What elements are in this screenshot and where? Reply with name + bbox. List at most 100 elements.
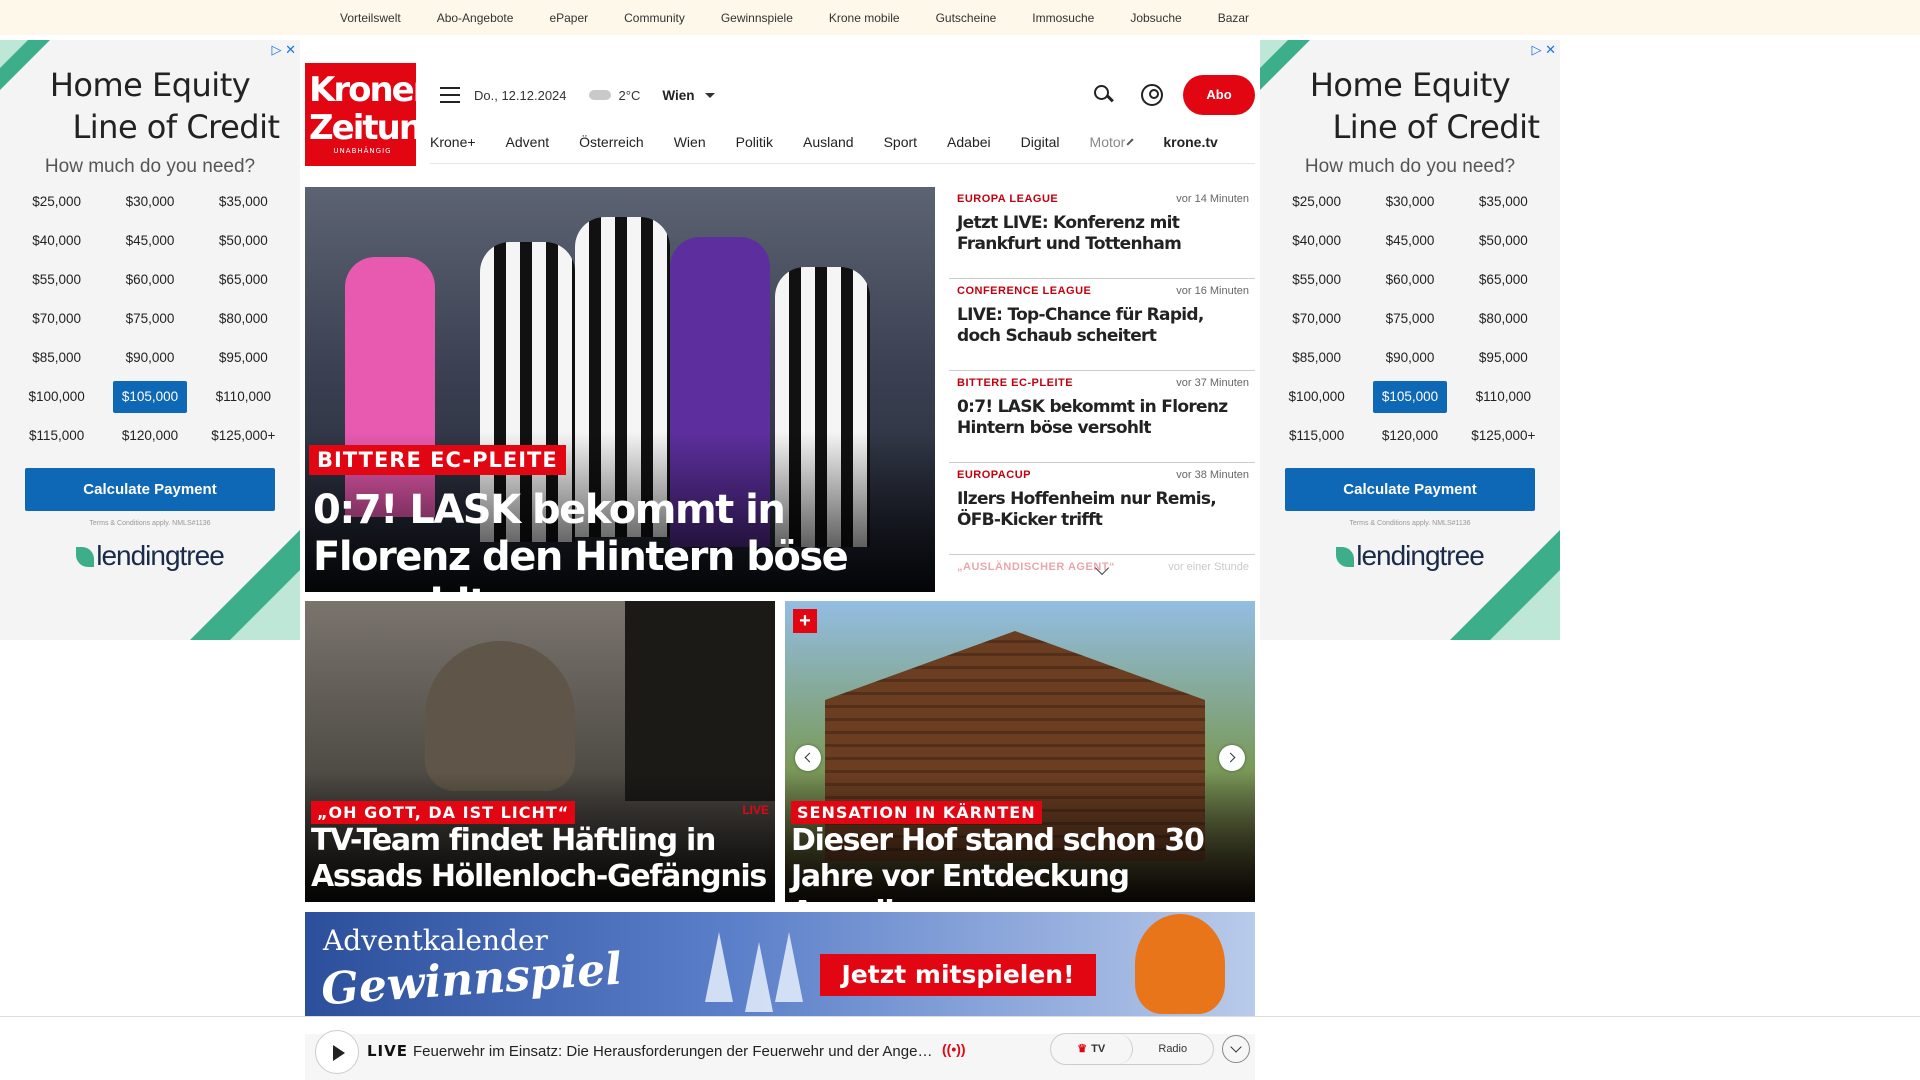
ad-amount-option[interactable]: $75,000 xyxy=(1373,303,1446,335)
ad-amount-option[interactable]: $50,000 xyxy=(207,225,280,257)
topbar-link-community[interactable]: Community xyxy=(624,11,685,25)
ad-amount-option[interactable]: $60,000 xyxy=(1373,264,1446,296)
topbar-link-gewinnspiele[interactable]: Gewinnspiele xyxy=(721,11,793,25)
ad-amount-option[interactable]: $40,000 xyxy=(1280,225,1353,257)
ticker-item[interactable]: EUROPA LEAGUE vor 14 Minuten Jetzt LIVE:… xyxy=(949,187,1255,279)
ad-amount-option[interactable]: $95,000 xyxy=(1467,342,1540,374)
ad-left[interactable]: ▷ ✕ Home Equity Line of Credit How much d… xyxy=(0,40,300,640)
tv-toggle[interactable]: ♛ TV xyxy=(1051,1034,1133,1064)
ad-amount-option[interactable]: $100,000 xyxy=(1280,381,1353,413)
ad-amount-option[interactable]: $125,000+ xyxy=(207,420,280,452)
brand-logo[interactable]: Kronen Zeitung UNABHÄNGIG xyxy=(305,63,445,166)
topbar-link-gutscheine[interactable]: Gutscheine xyxy=(936,11,997,25)
ad-amount-option[interactable]: $80,000 xyxy=(1467,303,1540,335)
ad-amount-option-selected[interactable]: $105,000 xyxy=(113,381,187,413)
ad-amount-option[interactable]: $115,000 xyxy=(20,420,93,452)
ad-amount-option[interactable]: $55,000 xyxy=(1280,264,1353,296)
ticker-title[interactable]: LIVE: Top-Chance für Rapid, doch Schaub … xyxy=(957,305,1249,347)
ad-amount-option[interactable]: $70,000 xyxy=(20,303,93,335)
ticker-title[interactable]: 0:7! LASK bekommt in Florenz Hintern bös… xyxy=(957,397,1249,439)
adchoices-icon[interactable]: ▷ ✕ xyxy=(1531,42,1556,58)
ad-amount-option[interactable]: $110,000 xyxy=(1467,381,1540,413)
ad-amount-option[interactable]: $25,000 xyxy=(20,186,93,218)
ad-right[interactable]: ▷ ✕ Home Equity Line of Credit How much d… xyxy=(1260,40,1560,640)
ticker-item[interactable]: CONFERENCE LEAGUE vor 16 Minuten LIVE: T… xyxy=(949,279,1255,371)
topbar-link-immosuche[interactable]: Immosuche xyxy=(1032,11,1094,25)
city-selector[interactable]: Wien xyxy=(662,88,694,103)
play-icon[interactable] xyxy=(315,1030,359,1074)
ad-amount-option[interactable]: $40,000 xyxy=(20,225,93,257)
search-icon[interactable] xyxy=(1093,84,1115,106)
player-headline[interactable]: Feuerwehr im Einsatz: Die Herausforderun… xyxy=(413,1043,933,1060)
ad-amount-option[interactable]: $65,000 xyxy=(1467,264,1540,296)
ticker-item[interactable]: EUROPACUP vor 38 Minuten Ilzers Hoffenhe… xyxy=(949,463,1255,555)
ticker-title[interactable]: Ilzers Hoffenheim nur Remis, ÖFB-Kicker … xyxy=(957,489,1249,531)
nav-item-krone-plus[interactable]: Krone+ xyxy=(430,134,476,150)
account-icon[interactable] xyxy=(1141,84,1163,106)
hero-headline[interactable]: 0:7! LASK bekommt in Florenz den Hintern… xyxy=(313,487,923,592)
nav-item-krone-tv[interactable]: krone.tv xyxy=(1163,134,1217,150)
ad-amount-option[interactable]: $35,000 xyxy=(207,186,280,218)
carousel-prev-icon[interactable] xyxy=(795,745,821,771)
ad-amount-option[interactable]: $115,000 xyxy=(1280,420,1353,452)
ad-amount-option[interactable]: $45,000 xyxy=(113,225,186,257)
ad-amount-option[interactable]: $35,000 xyxy=(1467,186,1540,218)
ticker-item[interactable]: BITTERE EC-PLEITE vor 37 Minuten 0:7! LA… xyxy=(949,371,1255,463)
abo-button[interactable]: Abo xyxy=(1183,75,1255,115)
topbar-link-abo-angebote[interactable]: Abo-Angebote xyxy=(437,11,514,25)
ad-amount-option[interactable]: $90,000 xyxy=(113,342,186,374)
nav-item-oesterreich[interactable]: Österreich xyxy=(579,134,644,150)
ad-amount-option[interactable]: $85,000 xyxy=(20,342,93,374)
ad-amount-option[interactable]: $95,000 xyxy=(207,342,280,374)
topbar-link-jobsuche[interactable]: Jobsuche xyxy=(1130,11,1181,25)
ad-amount-option[interactable]: $50,000 xyxy=(1467,225,1540,257)
ad-amount-option[interactable]: $125,000+ xyxy=(1467,420,1540,452)
ad-amount-option[interactable]: $65,000 xyxy=(207,264,280,296)
ad-calculate-button[interactable]: Calculate Payment xyxy=(25,468,275,511)
ad-amount-option[interactable]: $30,000 xyxy=(113,186,186,218)
ad-amount-option[interactable]: $25,000 xyxy=(1280,186,1353,218)
nav-item-adabei[interactable]: Adabei xyxy=(947,134,991,150)
nav-item-advent[interactable]: Advent xyxy=(506,134,550,150)
nav-item-digital[interactable]: Digital xyxy=(1021,134,1060,150)
ticker-title[interactable]: Jetzt LIVE: Konferenz mit Frankfurt und … xyxy=(957,213,1249,255)
ad-amount-option[interactable]: $120,000 xyxy=(113,420,186,452)
nav-item-politik[interactable]: Politik xyxy=(736,134,773,150)
nav-item-motor[interactable]: Motor xyxy=(1090,134,1126,150)
ad-amount-option[interactable]: $45,000 xyxy=(1373,225,1446,257)
nav-item-sport[interactable]: Sport xyxy=(884,134,917,150)
chevron-down-icon[interactable] xyxy=(704,92,715,98)
topbar-link-epaper[interactable]: ePaper xyxy=(549,11,588,25)
card-headline[interactable]: Dieser Hof stand schon 30 Jahre vor Entd… xyxy=(791,823,1251,902)
ad-amount-option-selected[interactable]: $105,000 xyxy=(1373,381,1447,413)
card-headline[interactable]: TV-Team findet Häftling in Assads Höllen… xyxy=(311,823,771,895)
nav-item-ausland[interactable]: Ausland xyxy=(803,134,854,150)
ad-amount-option[interactable]: $110,000 xyxy=(207,381,280,413)
topbar-link-bazar[interactable]: Bazar xyxy=(1218,11,1249,25)
ad-amount-option[interactable]: $120,000 xyxy=(1373,420,1446,452)
ad-calculate-button[interactable]: Calculate Payment xyxy=(1285,468,1535,511)
ad-amount-option[interactable]: $100,000 xyxy=(20,381,93,413)
ad-amount-option[interactable]: $80,000 xyxy=(207,303,280,335)
banner-cta-button[interactable]: Jetzt mitspielen! xyxy=(820,954,1096,996)
topbar-link-vorteilswelt[interactable]: Vorteilswelt xyxy=(340,11,401,25)
ad-amount-option[interactable]: $60,000 xyxy=(113,264,186,296)
ad-amount-option[interactable]: $75,000 xyxy=(113,303,186,335)
hero-article[interactable]: BITTERE EC-PLEITE 0:7! LASK bekommt in F… xyxy=(305,187,935,592)
article-card[interactable]: + SENSATION IN KÄRNTEN Dieser Hof stand … xyxy=(785,601,1255,902)
hamburger-menu-icon[interactable] xyxy=(440,87,460,103)
chevron-right-icon[interactable] xyxy=(1126,137,1134,146)
topbar-link-krone-mobile[interactable]: Krone mobile xyxy=(829,11,900,25)
radio-toggle[interactable]: Radio xyxy=(1133,1034,1214,1064)
ad-logo[interactable]: lendingtree xyxy=(1260,540,1560,572)
ad-amount-option[interactable]: $55,000 xyxy=(20,264,93,296)
ad-amount-option[interactable]: $70,000 xyxy=(1280,303,1353,335)
advent-banner[interactable]: Adventkalender Gewinnspiel Jetzt mitspie… xyxy=(305,912,1255,1020)
expand-icon[interactable] xyxy=(1222,1035,1250,1063)
carousel-next-icon[interactable] xyxy=(1219,745,1245,771)
adchoices-icon[interactable]: ▷ ✕ xyxy=(271,42,296,58)
ad-amount-option[interactable]: $30,000 xyxy=(1373,186,1446,218)
article-card[interactable]: LIVE „OH GOTT, DA IST LICHT“ TV-Team fin… xyxy=(305,601,775,902)
ad-amount-option[interactable]: $90,000 xyxy=(1373,342,1446,374)
ad-logo[interactable]: lendingtree xyxy=(0,540,300,572)
